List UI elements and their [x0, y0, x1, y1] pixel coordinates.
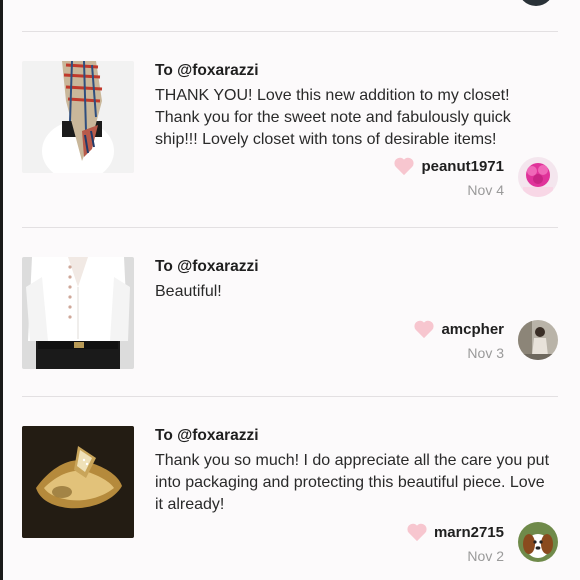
recipient-label: To @foxarazzi	[155, 427, 259, 444]
note-meta: peanut1971 Nov 4	[393, 156, 504, 198]
note-message: Thank you so much! I do appreciate all t…	[155, 452, 550, 513]
left-edge-border	[0, 0, 3, 580]
divider	[22, 227, 558, 228]
heart-icon	[394, 157, 415, 176]
username-link[interactable]: amcpher	[441, 321, 504, 338]
avatar[interactable]	[518, 320, 558, 360]
note-message: THANK YOU! Love this new addition to my …	[155, 87, 511, 148]
note-date: Nov 3	[467, 345, 504, 361]
white-blouse-photo	[22, 257, 134, 369]
avatar[interactable]	[518, 522, 558, 562]
note-meta: amcpher Nov 3	[413, 319, 504, 361]
divider	[22, 31, 558, 32]
recipient-label: To @foxarazzi	[155, 258, 259, 275]
username-link[interactable]: peanut1971	[421, 158, 504, 175]
listing-thumbnail[interactable]	[22, 257, 134, 369]
gold-cuff-photo	[22, 426, 134, 538]
listing-thumbnail[interactable]	[22, 426, 134, 538]
user-line: amcpher	[413, 319, 504, 339]
username-link[interactable]: marn2715	[434, 524, 504, 541]
divider	[22, 396, 558, 397]
user-line: marn2715	[406, 522, 504, 542]
note-message: Beautiful!	[155, 283, 222, 300]
plaid-scarf-photo	[22, 61, 134, 173]
listing-thumbnail[interactable]	[22, 61, 134, 173]
person-avatar	[518, 320, 558, 360]
note-date: Nov 2	[467, 548, 504, 564]
user-line: peanut1971	[393, 156, 504, 176]
note-date: Nov 4	[467, 182, 504, 198]
recipient-label: To @foxarazzi	[155, 62, 259, 79]
dog-avatar	[518, 522, 558, 562]
heart-icon	[414, 320, 435, 339]
heart-icon	[407, 523, 427, 542]
avatar[interactable]	[518, 0, 554, 6]
note-meta: marn2715 Nov 2	[406, 522, 504, 564]
avatar[interactable]	[518, 157, 558, 197]
pink-flower-avatar	[518, 157, 558, 197]
